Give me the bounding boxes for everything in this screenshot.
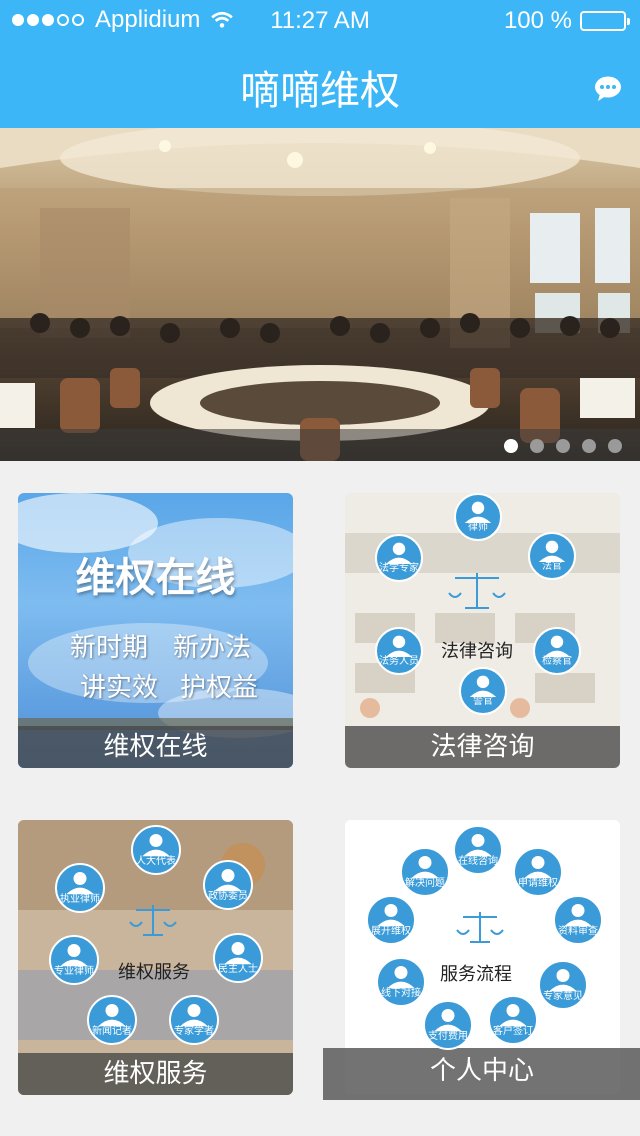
tile-caption: 个人中心 bbox=[323, 1048, 640, 1100]
person-node-label: 法务人员 bbox=[379, 656, 419, 668]
person-node-label: 申请维权 bbox=[518, 877, 558, 889]
person-avatar-icon bbox=[49, 935, 99, 985]
battery-icon bbox=[580, 11, 630, 31]
tile-personal-center[interactable]: 服务流程 个人中心 在线咨询申请维权资料审查专家意见客户签订 支付费用 线下对接 展开… bbox=[323, 820, 640, 1100]
person-node-label: 支付费用 bbox=[428, 1030, 468, 1042]
person-node-label: 线下对接 bbox=[381, 987, 421, 999]
person-avatar-icon bbox=[488, 995, 538, 1045]
conference-room-photo bbox=[0, 128, 640, 461]
person-node: 执业律师 bbox=[55, 863, 105, 913]
person-node: 展开维权 bbox=[366, 895, 416, 945]
tile-slogan-1: 新时期 bbox=[70, 633, 149, 663]
person-node-label: 律师 bbox=[468, 522, 488, 534]
tile-rights-service[interactable]: 维权服务 维权服务 人大代表政协委员民主人士专家学者 新闻记者 专业律师 执业律师 bbox=[18, 820, 293, 1095]
tile-caption: 法律咨询 bbox=[345, 726, 620, 768]
person-node: 法务人员 bbox=[375, 627, 423, 675]
person-node: 律师 bbox=[454, 493, 502, 541]
tile-legal-consult[interactable]: 法律咨询 法律咨询 律师法官检察官警官 法务人员 法学专家 bbox=[345, 493, 620, 768]
person-node-label: 专家学者 bbox=[174, 1025, 214, 1037]
tile-caption: 维权在线 bbox=[18, 726, 293, 768]
person-avatar-icon bbox=[423, 1000, 473, 1050]
person-avatar-icon bbox=[87, 995, 137, 1045]
person-node: 专家意见 bbox=[538, 960, 588, 1010]
person-avatar-icon bbox=[55, 863, 105, 913]
tile-center-label: 维权服务 bbox=[118, 962, 190, 983]
person-avatar-icon bbox=[376, 957, 426, 1007]
pager-dot-icon[interactable] bbox=[582, 439, 596, 453]
person-node: 在线咨询 bbox=[453, 825, 503, 875]
person-node-label: 执业律师 bbox=[60, 893, 100, 905]
person-node: 检察官 bbox=[533, 627, 581, 675]
person-node: 线下对接 bbox=[376, 957, 426, 1007]
pager-dot-icon[interactable] bbox=[504, 439, 518, 453]
person-node-label: 法官 bbox=[542, 561, 562, 573]
person-node: 资料审查 bbox=[553, 895, 603, 945]
person-node: 警官 bbox=[459, 667, 507, 715]
person-node: 法官 bbox=[528, 532, 576, 580]
person-node-label: 资料审查 bbox=[558, 925, 598, 937]
person-avatar-icon bbox=[169, 995, 219, 1045]
pager-dot-icon[interactable] bbox=[556, 439, 570, 453]
person-node: 解决问题 bbox=[400, 847, 450, 897]
person-node: 政协委员 bbox=[203, 860, 253, 910]
status-right: 100 % bbox=[503, 7, 630, 35]
banner-carousel[interactable] bbox=[0, 128, 640, 461]
person-avatar-icon bbox=[513, 847, 563, 897]
person-node-label: 客户签订 bbox=[493, 1025, 533, 1037]
person-node: 人大代表 bbox=[131, 825, 181, 875]
tile-rights-online[interactable]: 维权在线 新时期 新办法 讲实效 护权益 维权在线 bbox=[18, 493, 293, 768]
tile-slogan-4: 护权益 bbox=[180, 673, 259, 703]
person-node: 申请维权 bbox=[513, 847, 563, 897]
person-avatar-icon bbox=[131, 825, 181, 875]
person-avatar-icon bbox=[203, 860, 253, 910]
person-node: 法学专家 bbox=[375, 534, 423, 582]
tile-center-label: 法律咨询 bbox=[441, 641, 513, 662]
app-header: Applidium 11:27 AM 100 % 嘀嘀维权 bbox=[0, 0, 640, 128]
person-node-label: 民主人士 bbox=[218, 963, 258, 975]
pager-dot-icon[interactable] bbox=[608, 439, 622, 453]
person-node: 专业律师 bbox=[49, 935, 99, 985]
person-node-label: 解决问题 bbox=[405, 877, 445, 889]
tile-slogan-3: 讲实效 bbox=[80, 673, 159, 703]
carousel-pager[interactable] bbox=[492, 439, 622, 453]
person-node: 民主人士 bbox=[213, 933, 263, 983]
person-node-label: 在线咨询 bbox=[458, 855, 498, 867]
battery-percent: 100 % bbox=[503, 7, 572, 34]
person-node-label: 警官 bbox=[473, 696, 493, 708]
status-bar: Applidium 11:27 AM 100 % bbox=[0, 0, 640, 40]
person-avatar-icon bbox=[553, 895, 603, 945]
tile-caption: 维权服务 bbox=[18, 1053, 293, 1095]
person-node-label: 专家意见 bbox=[543, 990, 583, 1002]
person-node-label: 法学专家 bbox=[379, 563, 419, 575]
person-node-label: 专业律师 bbox=[54, 965, 94, 977]
person-node: 专家学者 bbox=[169, 995, 219, 1045]
person-node: 支付费用 bbox=[423, 1000, 473, 1050]
person-node: 客户签订 bbox=[488, 995, 538, 1045]
person-node-label: 新闻记者 bbox=[92, 1025, 132, 1037]
person-avatar-icon bbox=[366, 895, 416, 945]
person-avatar-icon bbox=[453, 825, 503, 875]
person-avatar-icon bbox=[400, 847, 450, 897]
chat-bubble-icon[interactable] bbox=[594, 76, 622, 102]
person-node: 新闻记者 bbox=[87, 995, 137, 1045]
tile-center-label: 服务流程 bbox=[440, 964, 512, 985]
person-node-label: 检察官 bbox=[542, 656, 572, 668]
person-avatar-icon bbox=[538, 960, 588, 1010]
tile-slogan-2: 新办法 bbox=[173, 633, 252, 663]
tile-headline: 维权在线 bbox=[75, 555, 236, 601]
page-title: 嘀嘀维权 bbox=[240, 68, 400, 114]
person-node-label: 人大代表 bbox=[136, 855, 176, 867]
pager-dot-icon[interactable] bbox=[530, 439, 544, 453]
person-avatar-icon bbox=[213, 933, 263, 983]
person-node-label: 展开维权 bbox=[371, 925, 411, 937]
person-node-label: 政协委员 bbox=[208, 890, 248, 902]
